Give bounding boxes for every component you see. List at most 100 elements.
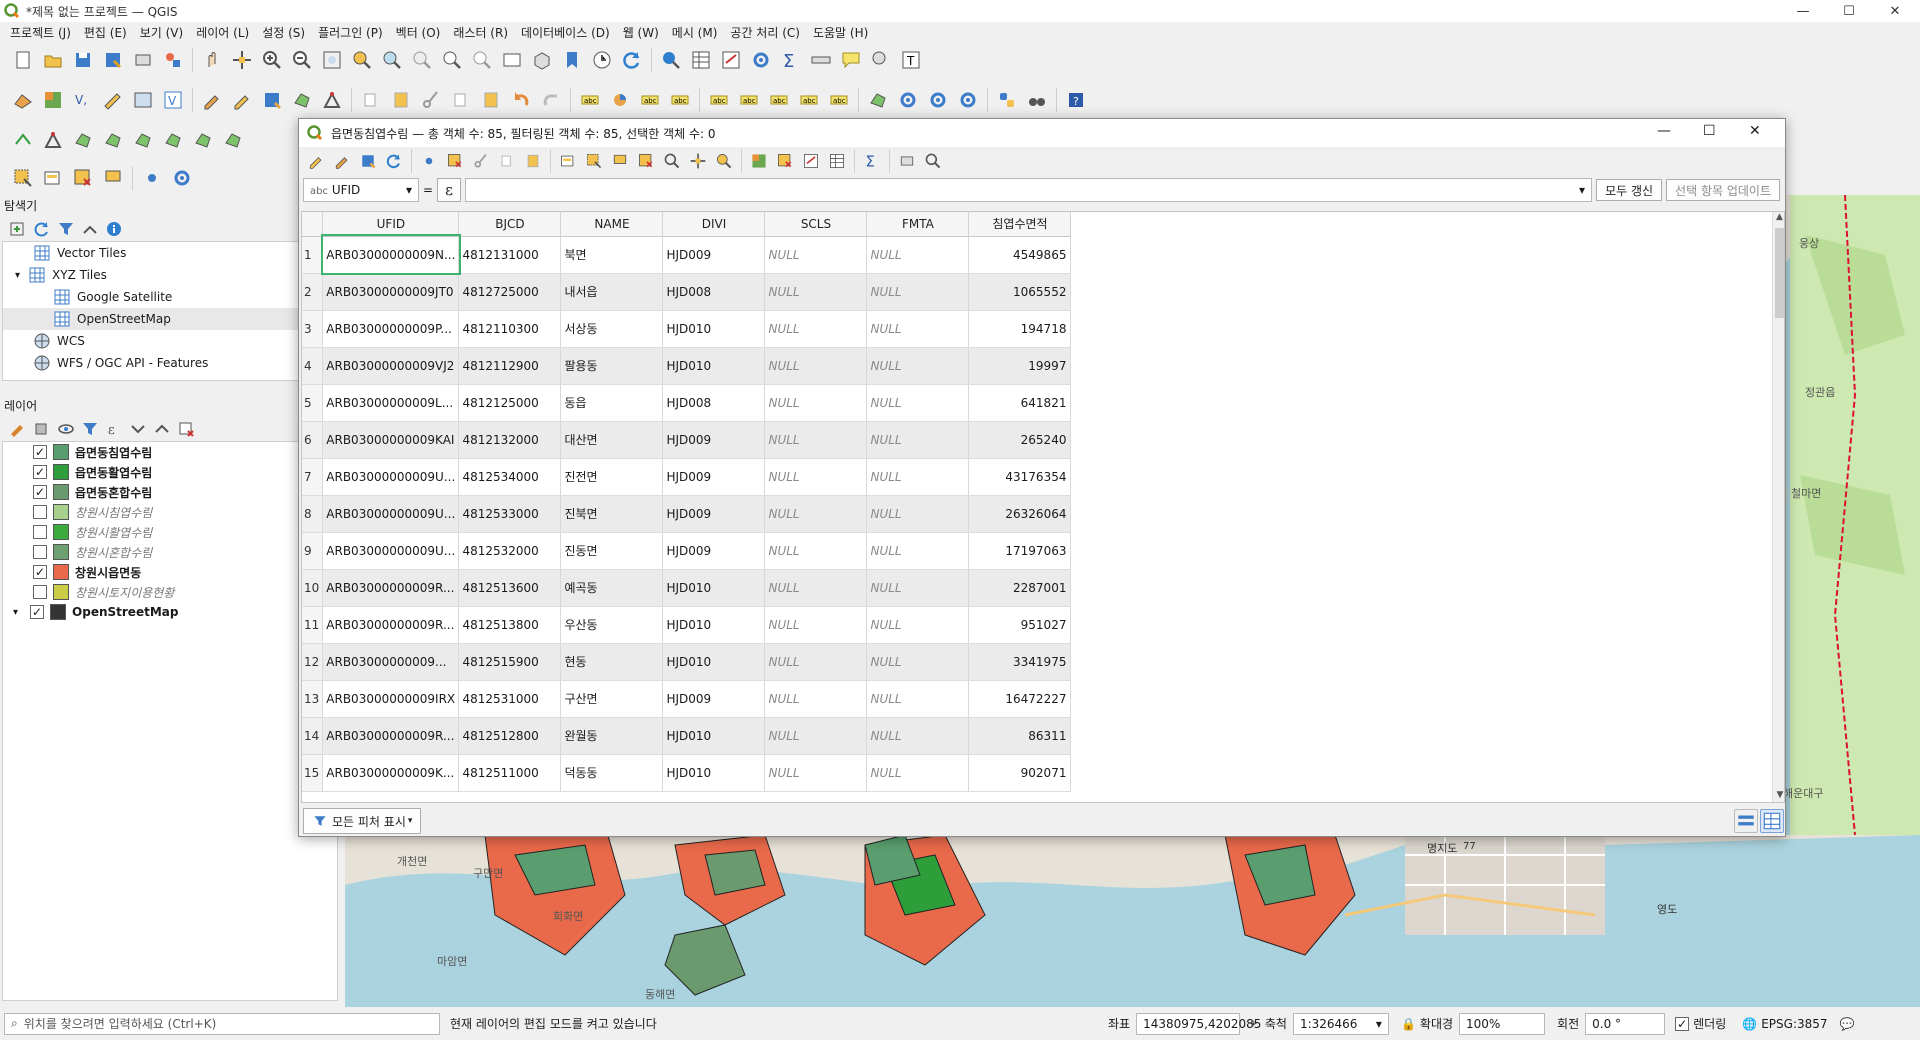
locator-search-input[interactable]: ⌕ 위치를 찾으려면 입력하세요 (Ctrl+K) — [4, 1012, 440, 1035]
table-cell[interactable]: HJD010 — [662, 606, 766, 644]
table-cell[interactable]: 4812534000 — [458, 458, 562, 496]
cut-icon[interactable] — [419, 88, 443, 112]
table-cell[interactable]: 4812725000 — [458, 273, 562, 311]
table-cell[interactable]: NULL — [866, 680, 970, 718]
column-header[interactable]: DIVI — [662, 212, 766, 237]
table-cell[interactable]: HJD009 — [662, 495, 766, 533]
add-polygon-icon[interactable] — [71, 128, 95, 152]
table-cell[interactable]: NULL — [866, 643, 970, 681]
table-row[interactable]: 10 ARB03000000009R... 4812513600 예곡동 HJD010 N… — [302, 569, 1072, 607]
print-layout-icon[interactable] — [896, 150, 918, 172]
table-cell[interactable]: 4812532000 — [458, 532, 562, 570]
paste-icon[interactable] — [522, 150, 544, 172]
add-polygon-icon[interactable] — [866, 88, 890, 112]
table-row[interactable]: 2 ARB03000000009JT0 4812725000 내서읍 HJD008 NUL… — [302, 273, 1072, 311]
menu-item[interactable]: 레이어 (L) — [196, 24, 249, 41]
filter-icon[interactable] — [56, 219, 76, 239]
table-cell[interactable]: 4812513600 — [458, 569, 562, 607]
zoom-selection-icon[interactable] — [713, 150, 735, 172]
table-cell[interactable]: ARB03000000009R... — [322, 606, 460, 644]
coordinate-field[interactable]: 14380975,4202085 — [1136, 1012, 1261, 1035]
add-vector-icon[interactable] — [11, 88, 35, 112]
table-cell[interactable]: NULL — [866, 384, 970, 422]
table-cell[interactable]: 서상동 — [560, 310, 664, 348]
table-cell[interactable]: 265240 — [968, 421, 1072, 459]
add-polygon-icon[interactable] — [101, 128, 125, 152]
toggle-editing-icon[interactable] — [305, 150, 327, 172]
table-cell[interactable]: ARB03000000009U... — [322, 458, 460, 496]
bookmark-icon[interactable] — [560, 48, 584, 72]
table-cell[interactable]: 4812513800 — [458, 606, 562, 644]
table-cell[interactable]: 17197063 — [968, 532, 1072, 570]
column-header[interactable]: SCLS — [764, 212, 868, 237]
zoom-layer-icon[interactable] — [380, 48, 404, 72]
table-row[interactable]: 6 ARB03000000009KAI 4812132000 대산면 HJD009 NUL… — [302, 421, 1072, 459]
expand-all-icon[interactable] — [128, 419, 148, 439]
table-cell[interactable]: 3341975 — [968, 643, 1072, 681]
binoculars-icon[interactable] — [1025, 88, 1049, 112]
redo-icon[interactable] — [539, 88, 563, 112]
vertex-tool-icon[interactable] — [320, 88, 344, 112]
menu-item[interactable]: 프로젝트 (J) — [10, 24, 71, 41]
scale-selector[interactable]: 1:326466 ▾ — [1292, 1012, 1389, 1035]
update-selected-button[interactable]: 선택 항목 업데이트 — [1666, 179, 1780, 201]
table-cell[interactable]: NULL — [764, 643, 868, 681]
table-cell[interactable]: NULL — [764, 495, 868, 533]
add-delimited-icon[interactable]: V, — [71, 88, 95, 112]
form-view-icon[interactable] — [1734, 809, 1758, 833]
toggle-editing-icon[interactable] — [230, 88, 254, 112]
table-cell[interactable]: HJD010 — [662, 754, 766, 792]
table-cell[interactable]: HJD009 — [662, 421, 766, 459]
temporal-icon[interactable] — [590, 48, 614, 72]
identify-icon[interactable] — [659, 48, 683, 72]
zoom-native-icon[interactable] — [410, 48, 434, 72]
table-cell[interactable]: HJD010 — [662, 569, 766, 607]
table-cell[interactable]: NULL — [866, 236, 970, 274]
chevron-down-icon[interactable]: ▾ — [15, 270, 20, 281]
table-cell[interactable]: 완월동 — [560, 717, 664, 755]
zoom-in-icon[interactable] — [260, 48, 284, 72]
layer-item[interactable]: ✓ 창원시읍면동 — [3, 562, 337, 582]
menu-item[interactable]: 편집 (E) — [84, 24, 127, 41]
table-row[interactable]: 7 ARB03000000009U... 4812534000 진전면 HJD009 NU… — [302, 458, 1072, 496]
digitize-icon[interactable] — [101, 88, 125, 112]
add-selected-icon[interactable] — [8, 219, 28, 239]
table-cell[interactable]: HJD010 — [662, 347, 766, 385]
browser-item[interactable]: WCS — [3, 330, 337, 352]
table-cell[interactable]: 4812132000 — [458, 421, 562, 459]
layer-item[interactable]: ✓ 읍면동활엽수림 — [3, 462, 337, 482]
table-cell[interactable]: 902071 — [968, 754, 1072, 792]
table-cell[interactable]: HJD010 — [662, 310, 766, 348]
lock-icon[interactable]: 🔒 — [1401, 1017, 1416, 1031]
vertex-tool-icon[interactable] — [41, 128, 65, 152]
table-cell[interactable]: NULL — [866, 347, 970, 385]
label-icon[interactable]: abc — [827, 88, 851, 112]
save-icon[interactable] — [71, 48, 95, 72]
add-raster-icon[interactable] — [41, 88, 65, 112]
diagram-icon[interactable] — [608, 88, 632, 112]
table-cell[interactable]: 북면 — [560, 236, 664, 274]
table-cell[interactable]: HJD009 — [662, 532, 766, 570]
layer-visibility-checkbox[interactable] — [33, 585, 47, 599]
render-checkbox[interactable]: ✓ — [1675, 1016, 1690, 1031]
add-polygon-icon[interactable] — [161, 128, 185, 152]
table-cell[interactable]: 동읍 — [560, 384, 664, 422]
table-cell[interactable]: HJD009 — [662, 236, 766, 274]
scroll-thumb[interactable] — [1775, 228, 1784, 318]
browser-item[interactable]: Vector Tiles — [3, 242, 337, 264]
menu-item[interactable]: 벡터 (O) — [396, 24, 441, 41]
processing-toolbox-icon[interactable] — [896, 88, 920, 112]
print-layout-icon[interactable] — [131, 48, 155, 72]
table-cell[interactable]: NULL — [764, 680, 868, 718]
chevron-down-icon[interactable]: ▾ — [13, 607, 18, 618]
add-virtual-icon[interactable]: V — [161, 88, 185, 112]
menu-item[interactable]: 보기 (V) — [140, 24, 183, 41]
table-cell[interactable]: 예곡동 — [560, 569, 664, 607]
table-cell[interactable]: NULL — [764, 532, 868, 570]
table-cell[interactable]: NULL — [866, 754, 970, 792]
table-cell[interactable]: 내서읍 — [560, 273, 664, 311]
label-icon[interactable]: abc — [737, 88, 761, 112]
cut-icon[interactable] — [470, 150, 492, 172]
table-cell[interactable]: ARB03000000009R... — [322, 569, 460, 607]
annotation-icon[interactable] — [869, 48, 893, 72]
